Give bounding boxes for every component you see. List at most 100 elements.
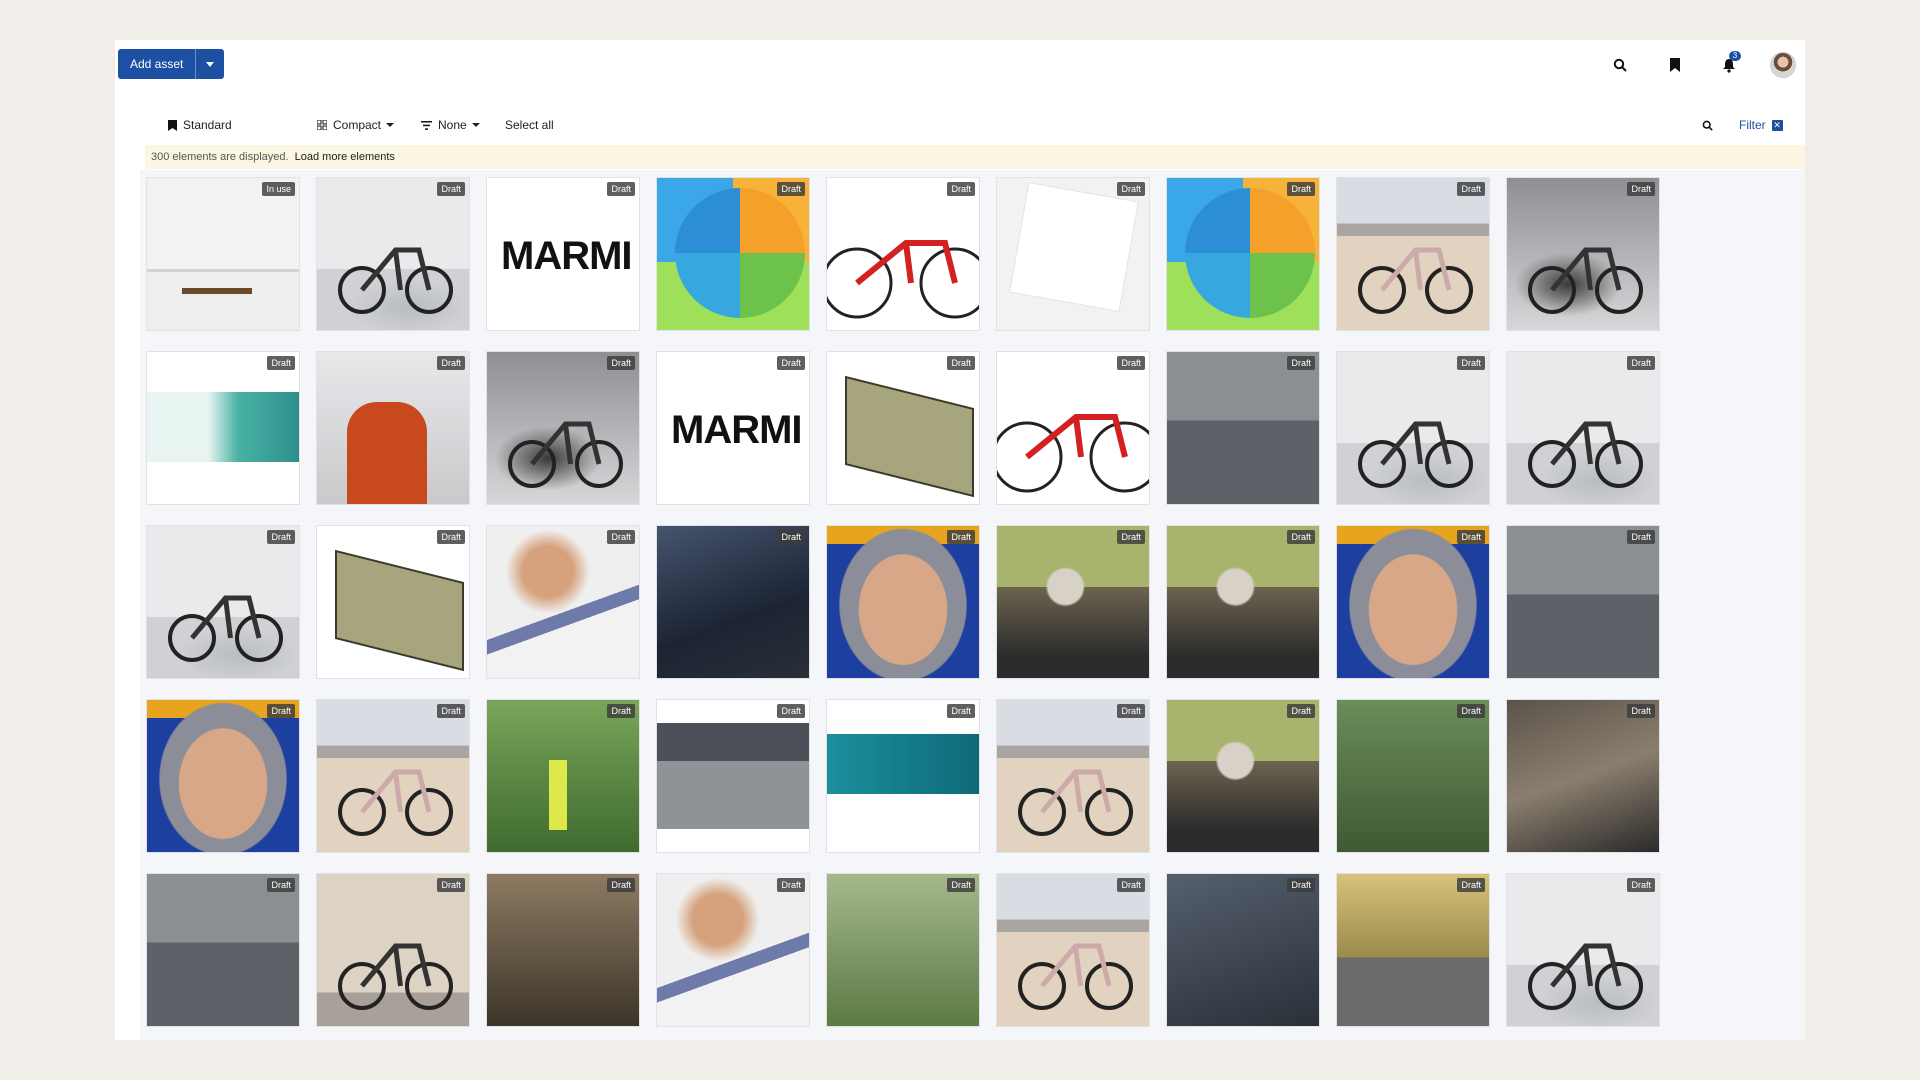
status-badge: Draft	[607, 704, 635, 718]
asset-thumbnail	[487, 352, 639, 504]
asset-card[interactable]: Draft	[826, 525, 980, 679]
asset-card[interactable]: Draft	[486, 525, 640, 679]
asset-card[interactable]: Draft	[146, 873, 300, 1027]
asset-card[interactable]: Draft	[316, 177, 470, 331]
asset-thumbnail	[997, 178, 1149, 330]
asset-thumbnail	[1337, 526, 1489, 678]
asset-card[interactable]: Draft	[316, 699, 470, 853]
asset-card[interactable]: Draft	[316, 525, 470, 679]
close-icon[interactable]: ✕	[1771, 119, 1783, 131]
asset-card[interactable]: Draft	[996, 177, 1150, 331]
asset-card[interactable]: Draft	[826, 177, 980, 331]
asset-card[interactable]: Draft	[1506, 177, 1660, 331]
asset-card[interactable]: Draft	[486, 351, 640, 505]
asset-card[interactable]: Draft	[1166, 525, 1320, 679]
asset-card[interactable]: Draft	[826, 351, 980, 505]
status-badge: Draft	[267, 356, 295, 370]
filter-button[interactable]: Filter ✕	[1739, 104, 1783, 146]
asset-card[interactable]: Draft	[996, 873, 1150, 1027]
asset-thumbnail	[317, 526, 469, 678]
asset-thumbnail	[827, 352, 979, 504]
status-badge: Draft	[777, 530, 805, 544]
asset-card[interactable]: Draft	[1336, 177, 1490, 331]
asset-thumbnail	[1337, 352, 1489, 504]
status-badge: Draft	[267, 878, 295, 892]
asset-thumbnail	[657, 700, 809, 852]
asset-thumbnail	[827, 700, 979, 852]
asset-thumbnail	[1167, 526, 1319, 678]
asset-thumbnail	[827, 526, 979, 678]
view-mode-dropdown[interactable]: Compact	[317, 104, 395, 146]
asset-thumbnail	[1167, 700, 1319, 852]
status-badge: Draft	[1627, 530, 1655, 544]
asset-card[interactable]: Draft	[996, 351, 1150, 505]
asset-card[interactable]: Draft	[1336, 699, 1490, 853]
asset-thumbnail	[657, 874, 809, 1026]
status-badge: Draft	[777, 878, 805, 892]
asset-card[interactable]: Draft	[656, 525, 810, 679]
asset-card[interactable]: Draft	[316, 873, 470, 1027]
chevron-down-icon	[206, 61, 215, 67]
add-asset-button[interactable]: Add asset	[118, 49, 197, 79]
asset-card[interactable]: In use	[146, 177, 300, 331]
search-icon[interactable]	[1609, 54, 1631, 76]
asset-card[interactable]: Draft	[1166, 873, 1320, 1027]
load-more-link[interactable]: Load more elements	[295, 151, 395, 163]
grouping-dropdown[interactable]: None	[421, 104, 480, 146]
asset-card[interactable]: Draft	[1506, 525, 1660, 679]
asset-card[interactable]: Draft	[1506, 699, 1660, 853]
asset-logo-text: MARMI	[671, 408, 803, 452]
asset-thumbnail	[317, 874, 469, 1026]
status-badge: Draft	[1627, 356, 1655, 370]
asset-card[interactable]: Draft	[656, 177, 810, 331]
asset-card[interactable]: Draft	[826, 699, 980, 853]
asset-thumbnail	[657, 178, 809, 330]
status-badge: Draft	[1117, 182, 1145, 196]
asset-card[interactable]: Draft	[1166, 699, 1320, 853]
asset-thumbnail	[147, 700, 299, 852]
asset-card[interactable]: Draft	[1336, 873, 1490, 1027]
status-badge: Draft	[777, 182, 805, 196]
search-icon[interactable]	[1702, 104, 1713, 146]
standard-label: Standard	[183, 118, 232, 132]
status-badge: Draft	[1287, 182, 1315, 196]
saved-view-standard[interactable]: Standard	[168, 104, 232, 146]
asset-card[interactable]: MARMI Draft	[656, 351, 810, 505]
asset-card[interactable]: Draft	[996, 699, 1150, 853]
user-avatar[interactable]	[1770, 52, 1796, 78]
asset-card[interactable]: Draft	[656, 873, 810, 1027]
asset-logo-text: MARMI	[501, 234, 633, 278]
asset-card[interactable]: Draft	[1506, 873, 1660, 1027]
asset-card[interactable]: Draft	[996, 525, 1150, 679]
asset-card[interactable]: Draft	[146, 351, 300, 505]
asset-card[interactable]: Draft	[486, 699, 640, 853]
asset-card[interactable]: Draft	[1506, 351, 1660, 505]
asset-thumbnail	[997, 874, 1149, 1026]
asset-card[interactable]: Draft	[1336, 525, 1490, 679]
asset-thumbnail	[317, 352, 469, 504]
bell-icon[interactable]: 3	[1718, 51, 1741, 76]
asset-card[interactable]: Draft	[486, 873, 640, 1027]
asset-card[interactable]: Draft	[1166, 177, 1320, 331]
bookmark-icon[interactable]	[1664, 54, 1686, 76]
view-mode-label: Compact	[333, 118, 382, 132]
status-badge: Draft	[1287, 530, 1315, 544]
status-badge: Draft	[1117, 356, 1145, 370]
info-bar: 300 elements are displayed. Load more el…	[145, 145, 1805, 169]
asset-card[interactable]: Draft	[146, 699, 300, 853]
asset-card[interactable]: Draft	[1166, 351, 1320, 505]
asset-card[interactable]: Draft	[316, 351, 470, 505]
asset-card[interactable]: Draft	[1336, 351, 1490, 505]
asset-thumbnail	[1337, 700, 1489, 852]
status-badge: Draft	[437, 182, 465, 196]
status-badge: Draft	[437, 704, 465, 718]
asset-card[interactable]: Draft	[656, 699, 810, 853]
status-badge: Draft	[1457, 530, 1485, 544]
asset-card[interactable]: Draft	[826, 873, 980, 1027]
asset-card[interactable]: MARMI Draft	[486, 177, 640, 331]
add-asset-dropdown-button[interactable]	[196, 49, 224, 79]
asset-thumbnail	[147, 352, 299, 504]
asset-card[interactable]: Draft	[146, 525, 300, 679]
status-badge: Draft	[437, 878, 465, 892]
select-all-button[interactable]: Select all	[505, 104, 554, 146]
